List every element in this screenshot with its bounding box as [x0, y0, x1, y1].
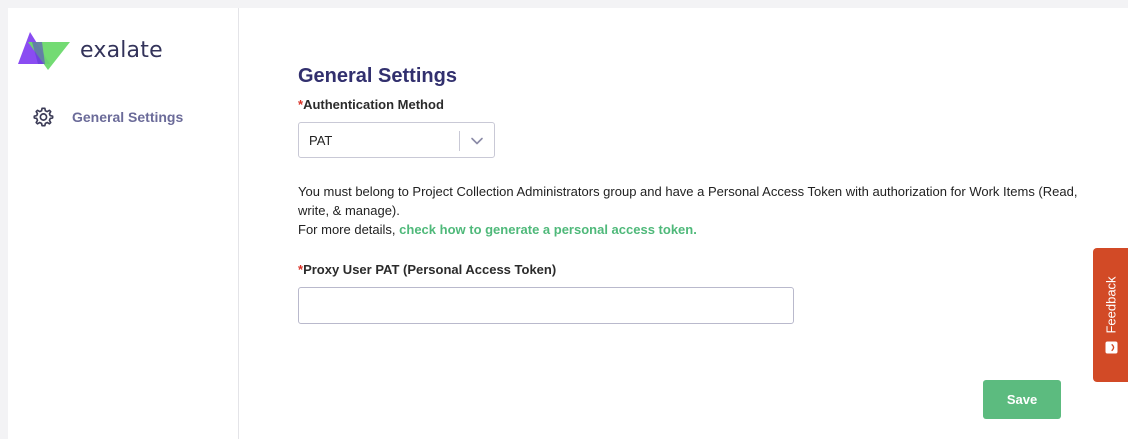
auth-method-label-text: Authentication Method: [303, 97, 444, 112]
help-line-2: For more details, check how to generate …: [298, 220, 1078, 239]
gear-icon: [33, 107, 54, 127]
exalate-logo-icon: [18, 32, 70, 70]
auth-method-label: *Authentication Method: [298, 97, 444, 112]
sidebar: exalate General Settings: [8, 8, 239, 439]
sidebar-item-general-settings[interactable]: General Settings: [32, 106, 183, 128]
feedback-tab-content: Feedback: [1103, 276, 1118, 354]
select-separator: [459, 131, 460, 151]
page-title: General Settings: [298, 65, 457, 87]
auth-help-text: You must belong to Project Collection Ad…: [298, 182, 1078, 239]
feedback-tab[interactable]: Feedback: [1093, 248, 1128, 382]
pat-guide-link[interactable]: check how to generate a personal access …: [399, 222, 697, 237]
auth-method-select[interactable]: PAT: [298, 122, 495, 158]
sidebar-item-label: General Settings: [72, 109, 184, 125]
exalate-logo[interactable]: exalate: [18, 30, 163, 70]
app-window: exalate General Settings General Setting…: [8, 8, 1128, 439]
save-button[interactable]: Save: [983, 380, 1061, 419]
pat-field-label-text: Proxy User PAT (Personal Access Token): [303, 262, 557, 277]
help-line-2-prefix: For more details,: [298, 222, 400, 237]
pat-input[interactable]: [298, 287, 794, 324]
pat-field-label: *Proxy User PAT (Personal Access Token): [298, 262, 556, 277]
chevron-down-icon[interactable]: [470, 135, 484, 147]
feedback-label: Feedback: [1103, 276, 1118, 334]
feedback-smiley-icon: [1104, 341, 1117, 354]
brand-name: exalate: [80, 37, 163, 63]
auth-method-selected-value: PAT: [309, 133, 333, 148]
help-line-1: You must belong to Project Collection Ad…: [298, 184, 1078, 218]
